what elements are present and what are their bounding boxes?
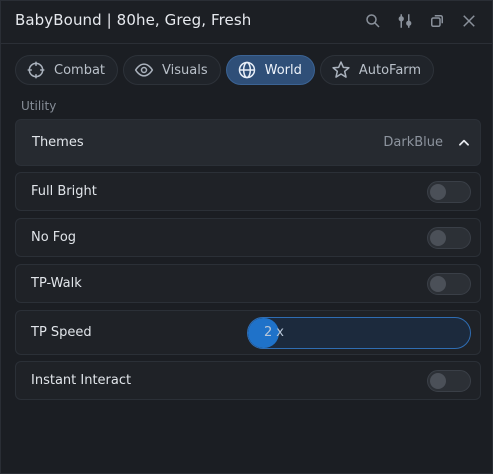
- sliders-icon[interactable]: [394, 10, 416, 32]
- instant-interact-label: Instant Interact: [31, 373, 132, 388]
- tp-walk-label: TP-Walk: [31, 276, 82, 291]
- no-fog-toggle[interactable]: [427, 226, 471, 249]
- tab-label: AutoFarm: [358, 62, 422, 78]
- tp-speed-slider[interactable]: 2 x: [247, 316, 471, 349]
- tab-label: Visuals: [162, 62, 208, 78]
- tab-combat[interactable]: Combat: [15, 55, 119, 85]
- full-bright-label: Full Bright: [31, 184, 97, 199]
- instant-interact-row[interactable]: Instant Interact: [15, 361, 481, 400]
- themes-value: DarkBlue: [383, 135, 443, 150]
- crosshair-icon: [27, 61, 45, 79]
- full-bright-toggle[interactable]: [427, 180, 471, 203]
- eye-icon: [134, 63, 154, 77]
- section-label: Utility: [21, 99, 57, 113]
- copy-icon[interactable]: [426, 10, 448, 32]
- tp-speed-row: TP Speed 2 x: [15, 310, 481, 355]
- close-icon[interactable]: [458, 10, 480, 32]
- tab-label: Combat: [54, 62, 106, 78]
- full-bright-row[interactable]: Full Bright: [15, 172, 481, 211]
- title-bar: BabyBound | 80he, Greg, Fresh: [1, 1, 492, 44]
- chevron-up-icon[interactable]: [457, 136, 471, 150]
- globe-icon: [238, 61, 255, 79]
- no-fog-label: No Fog: [31, 230, 77, 245]
- window: BabyBound | 80he, Greg, Fresh Combat Vis…: [0, 0, 493, 474]
- search-icon[interactable]: [362, 10, 384, 32]
- title-actions: [362, 10, 480, 32]
- slider-value: 2: [264, 324, 273, 340]
- tab-bar: Combat Visuals World AutoFarm: [15, 55, 435, 85]
- tab-world[interactable]: World: [225, 55, 315, 85]
- tp-walk-row[interactable]: TP-Walk: [15, 264, 481, 303]
- window-title: BabyBound | 80he, Greg, Fresh: [15, 11, 252, 29]
- slider-unit: x: [276, 324, 284, 340]
- no-fog-row[interactable]: No Fog: [15, 218, 481, 257]
- tp-walk-toggle[interactable]: [427, 272, 471, 295]
- instant-interact-toggle[interactable]: [427, 369, 471, 392]
- tab-label: World: [264, 62, 302, 78]
- themes-label: Themes: [32, 135, 84, 150]
- tab-autofarm[interactable]: AutoFarm: [319, 55, 435, 85]
- tp-speed-label: TP Speed: [31, 325, 92, 340]
- star-icon: [332, 61, 350, 78]
- themes-dropdown[interactable]: Themes DarkBlue: [15, 119, 481, 166]
- tab-visuals[interactable]: Visuals: [123, 55, 221, 85]
